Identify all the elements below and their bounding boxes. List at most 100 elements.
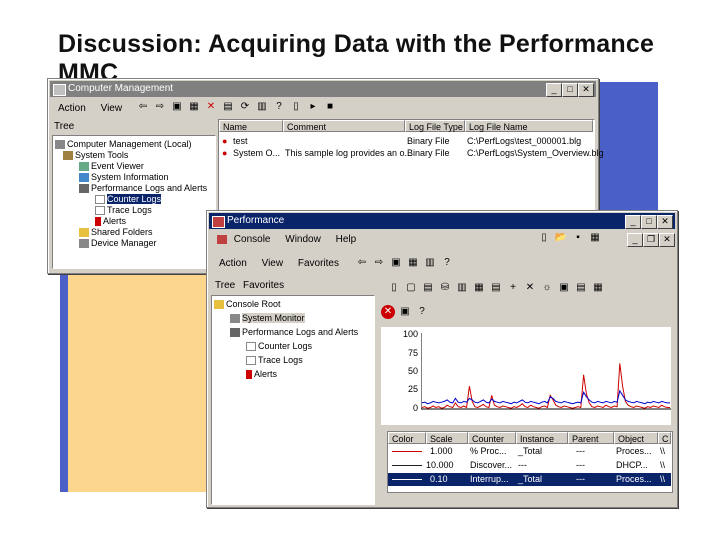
export-icon[interactable]: ▥: [423, 256, 437, 270]
start-icon[interactable]: ▸: [306, 100, 320, 114]
legend-col-instance[interactable]: Instance: [516, 432, 568, 444]
legend-row[interactable]: 1.000 % Proc... _Total --- Proces... \\: [388, 445, 671, 458]
legend-col-counter[interactable]: Counter: [468, 432, 516, 444]
view-report-icon[interactable]: ▤: [489, 281, 503, 295]
delete-icon[interactable]: ✕: [204, 100, 218, 114]
add-counter-icon[interactable]: +: [506, 281, 520, 295]
help-icon[interactable]: ?: [272, 100, 286, 114]
new-window-icon[interactable]: ▦: [588, 231, 602, 245]
menu-help[interactable]: Help: [336, 234, 357, 245]
paste-counter-list-icon[interactable]: ▤: [574, 281, 588, 295]
legend-row[interactable]: 0.10 Interrup... _Total --- Proces... \\: [388, 473, 671, 486]
col-header-comment[interactable]: Comment: [283, 120, 405, 132]
perf-titlebar[interactable]: Performance _ □ ✕: [209, 213, 675, 229]
properties-icon[interactable]: ▦: [591, 281, 605, 295]
performance-icon: [79, 184, 89, 194]
back-icon[interactable]: ⇦: [136, 100, 150, 114]
alert-icon: [95, 217, 101, 227]
new-log-icon[interactable]: ▯: [289, 100, 303, 114]
cm-tree-tab[interactable]: Tree: [54, 121, 74, 132]
view-graph-icon[interactable]: ▥: [455, 281, 469, 295]
tree-item-alerts[interactable]: Alerts: [95, 216, 126, 227]
up-folder-icon[interactable]: ▣: [170, 100, 184, 114]
legend-col-color[interactable]: Color: [388, 432, 426, 444]
view-current-activity-icon[interactable]: ▤: [421, 281, 435, 295]
show-tree-icon[interactable]: ▦: [187, 100, 201, 114]
forward-icon[interactable]: ⇨: [153, 100, 167, 114]
tree-item-event-viewer[interactable]: Event Viewer: [79, 161, 144, 172]
tree-item-trace-logs[interactable]: Trace Logs: [246, 355, 303, 366]
refresh-icon[interactable]: ⟳: [238, 100, 252, 114]
tab-tree[interactable]: Tree: [215, 280, 235, 291]
tree-item-counter-logs[interactable]: Counter Logs: [246, 341, 312, 352]
tree-item-device-manager[interactable]: Device Manager: [79, 238, 157, 249]
update-icon[interactable]: ?: [415, 305, 429, 319]
tab-favorites[interactable]: Favorites: [243, 280, 284, 291]
view-log-data-icon[interactable]: ⛁: [438, 281, 452, 295]
up-folder-icon[interactable]: ▣: [389, 256, 403, 270]
counter-log-icon: [246, 342, 256, 352]
tree-item-system-tools[interactable]: System Tools: [63, 150, 128, 161]
minimize-button[interactable]: _: [546, 83, 562, 97]
menu-console[interactable]: Console: [234, 234, 271, 245]
new-counter-set-icon[interactable]: ▯: [387, 281, 401, 295]
menu-view[interactable]: View: [101, 103, 123, 114]
delete-counter-icon[interactable]: ✕: [523, 281, 537, 295]
cm-menu: Action View: [58, 103, 134, 114]
cm-titlebar[interactable]: Computer Management _ □ ✕: [50, 81, 596, 97]
mdi-minimize-button[interactable]: _: [627, 233, 643, 247]
device-icon: [79, 239, 89, 249]
table-row[interactable]: ● System O... This sample log provides a…: [219, 147, 604, 159]
open-icon[interactable]: 📂: [554, 231, 568, 245]
new-console-icon[interactable]: ▯: [537, 231, 551, 245]
table-row[interactable]: ● test Binary File C:\PerfLogs\test_0000…: [219, 135, 593, 147]
tree-label: Shared Folders: [91, 227, 153, 237]
menu-action[interactable]: Action: [219, 258, 247, 269]
legend-color-swatch: [392, 465, 422, 466]
tree-item-console-root[interactable]: Console Root: [214, 299, 281, 310]
menu-view[interactable]: View: [262, 258, 284, 269]
tree-item-performance-logs[interactable]: Performance Logs and Alerts: [79, 183, 207, 194]
menu-window[interactable]: Window: [285, 234, 321, 245]
tree-item-trace-logs[interactable]: Trace Logs: [95, 205, 152, 216]
mdi-close-button[interactable]: ✕: [659, 233, 675, 247]
maximize-button[interactable]: □: [562, 83, 578, 97]
view-histogram-icon[interactable]: ▦: [472, 281, 486, 295]
minimize-button[interactable]: _: [625, 215, 641, 229]
legend-row[interactable]: 10.000 Discover... --- --- DHCP... \\: [388, 459, 671, 472]
tree-item-system-monitor[interactable]: System Monitor: [230, 313, 305, 324]
legend-col-scale[interactable]: Scale: [426, 432, 468, 444]
col-header-log-name[interactable]: Log File Name: [465, 120, 593, 132]
close-button[interactable]: ✕: [578, 83, 594, 97]
tree-item-shared-folders[interactable]: Shared Folders: [79, 227, 153, 238]
back-icon[interactable]: ⇦: [355, 256, 369, 270]
menu-action[interactable]: Action: [58, 103, 86, 114]
tree-item-alerts[interactable]: Alerts: [246, 369, 277, 380]
copy-properties-icon[interactable]: ▣: [557, 281, 571, 295]
mdi-restore-button[interactable]: ❐: [643, 233, 659, 247]
tree-item-counter-logs[interactable]: Counter Logs: [95, 194, 162, 205]
maximize-button[interactable]: □: [641, 215, 657, 229]
close-button[interactable]: ✕: [657, 215, 673, 229]
clear-display-icon[interactable]: ▢: [404, 281, 418, 295]
tree-item-performance-logs[interactable]: Performance Logs and Alerts: [230, 327, 358, 338]
highlight-icon[interactable]: ☼: [540, 281, 554, 295]
freeze-icon[interactable]: ▣: [398, 305, 412, 319]
tree-item-computer-management[interactable]: Computer Management (Local): [55, 139, 192, 150]
legend-col-computer[interactable]: C: [658, 432, 671, 444]
menu-favorites[interactable]: Favorites: [298, 258, 339, 269]
forward-icon[interactable]: ⇨: [372, 256, 386, 270]
show-tree-icon[interactable]: ▦: [406, 256, 420, 270]
stop-icon[interactable]: ■: [323, 100, 337, 114]
export-icon[interactable]: ▥: [255, 100, 269, 114]
stop-icon[interactable]: ✕: [381, 305, 395, 319]
legend-computer: \\: [660, 460, 666, 470]
tree-item-system-information[interactable]: System Information: [79, 172, 169, 183]
legend-col-parent[interactable]: Parent: [568, 432, 614, 444]
legend-col-object[interactable]: Object: [614, 432, 658, 444]
col-header-log-type[interactable]: Log File Type: [405, 120, 465, 132]
save-icon[interactable]: ▪: [571, 231, 585, 245]
properties-icon[interactable]: ▤: [221, 100, 235, 114]
help-icon[interactable]: ?: [440, 256, 454, 270]
col-header-name[interactable]: Name: [219, 120, 283, 132]
